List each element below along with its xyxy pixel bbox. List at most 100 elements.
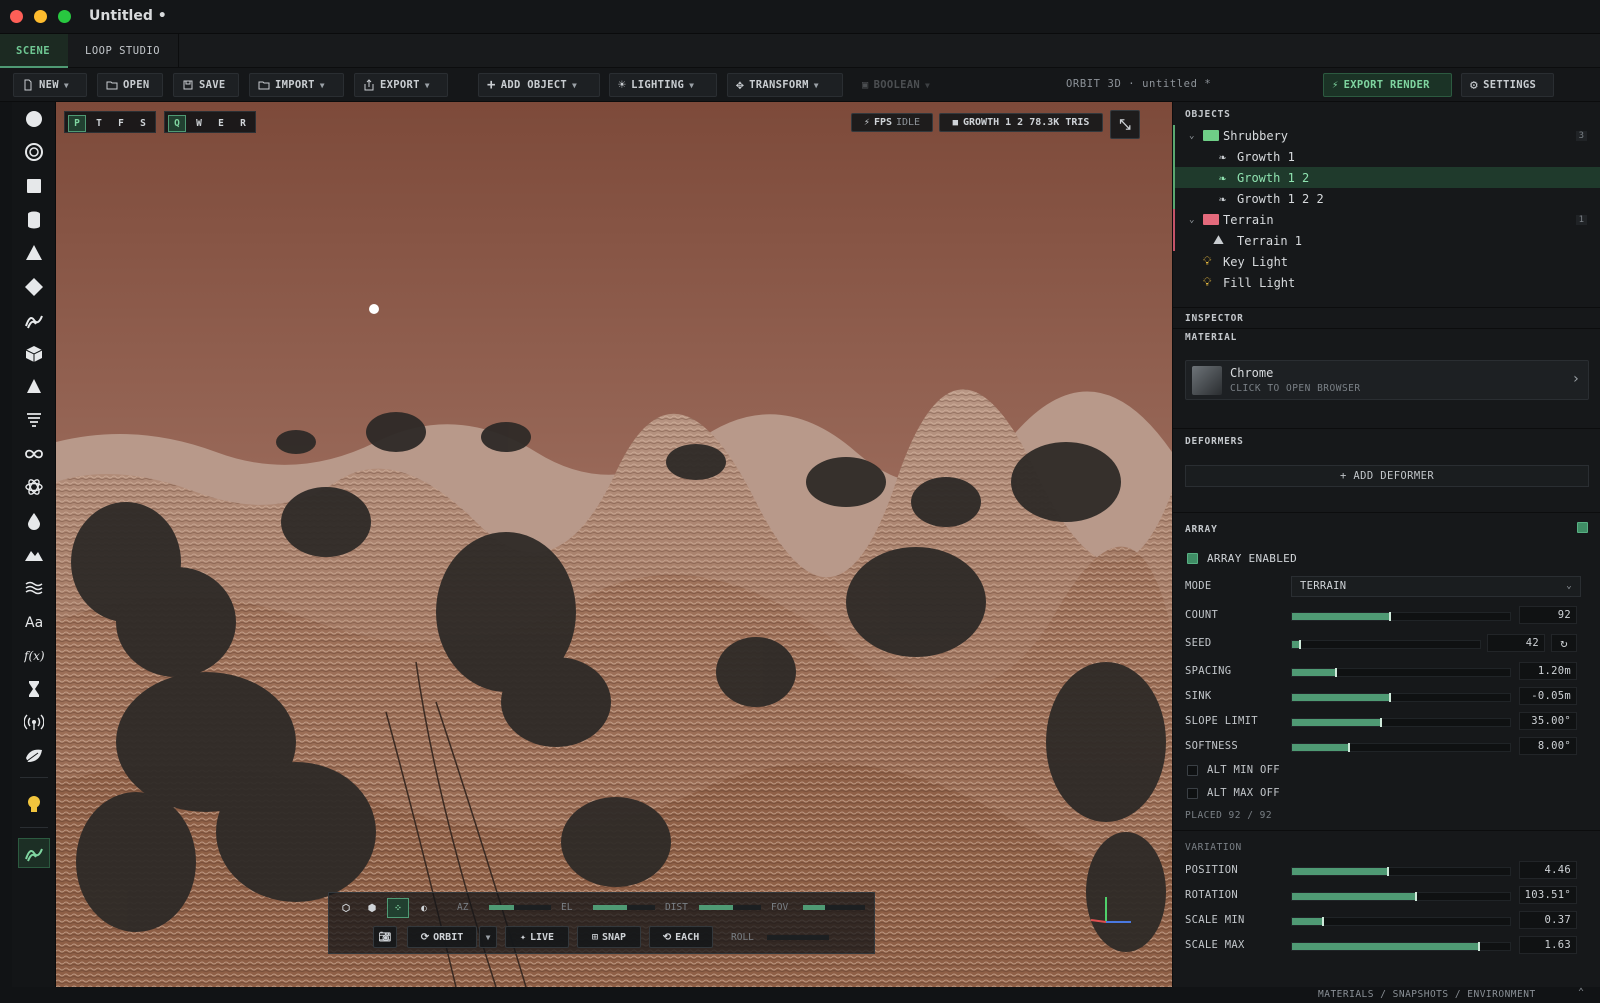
param-slider-handle[interactable]: [1389, 693, 1392, 702]
view-mode-s[interactable]: S: [134, 115, 152, 132]
tool-function[interactable]: f(x): [18, 640, 50, 670]
import-button[interactable]: IMPORT ▼: [249, 73, 344, 97]
fov-slider[interactable]: [803, 905, 865, 910]
tree-item-key-light[interactable]: 💡︎ Key Light: [1173, 251, 1600, 272]
param-slider-handle[interactable]: [1380, 718, 1383, 727]
lighting-button[interactable]: ☀ LIGHTING ▼: [609, 73, 717, 97]
zoom-window-button[interactable]: [58, 10, 71, 23]
alt-min-checkbox[interactable]: [1187, 765, 1198, 776]
tab-loop-studio[interactable]: LOOP STUDIO: [69, 34, 179, 68]
solid-cube-icon[interactable]: ⬢: [361, 898, 383, 918]
view-mode-t[interactable]: T: [90, 115, 108, 132]
material-picker[interactable]: Chrome CLICK TO OPEN BROWSER ›: [1185, 360, 1589, 400]
orbit-dropdown[interactable]: ▼: [479, 926, 497, 948]
particles-icon[interactable]: ⁘: [387, 898, 409, 918]
roll-slider[interactable]: [767, 935, 829, 940]
settings-button[interactable]: ⚙ SETTINGS: [1461, 73, 1554, 97]
tool-hourglass[interactable]: [18, 674, 50, 704]
add-deformer-button[interactable]: + ADD DEFORMER: [1185, 465, 1589, 487]
tool-infinity[interactable]: [18, 439, 50, 469]
tool-cylinder[interactable]: [18, 205, 50, 235]
param-value-field[interactable]: 0.37: [1519, 911, 1577, 929]
dist-slider[interactable]: [699, 905, 761, 910]
wireframe-cube-icon[interactable]: ⬡: [335, 898, 357, 918]
3d-viewport[interactable]: P T F S Q W E R ⚡ FPS IDLE ■ GROWTH 1 2 78.…: [56, 102, 1172, 987]
view-mode-p[interactable]: P: [68, 115, 86, 132]
orbit-button[interactable]: ⟳ ORBIT: [407, 926, 477, 948]
tool-waves[interactable]: [18, 573, 50, 603]
gizmo-mode-e[interactable]: E: [212, 115, 230, 132]
param-slider[interactable]: [1291, 867, 1511, 876]
param-slider[interactable]: [1291, 693, 1511, 702]
new-button[interactable]: NEW ▼: [13, 73, 87, 97]
param-slider[interactable]: [1291, 942, 1511, 951]
param-slider[interactable]: [1291, 743, 1511, 752]
reseed-button[interactable]: ↻: [1551, 634, 1577, 652]
export-render-button[interactable]: ⚡ EXPORT RENDER: [1323, 73, 1452, 97]
gizmo-mode-q[interactable]: Q: [168, 115, 186, 132]
save-button[interactable]: SAVE: [173, 73, 239, 97]
tool-curve-tool[interactable]: [18, 838, 50, 868]
param-slider-handle[interactable]: [1298, 640, 1301, 649]
tree-item-growth-1-2-2[interactable]: ❧ Growth 1 2 2: [1173, 188, 1600, 209]
param-slider-handle[interactable]: [1321, 917, 1324, 926]
tree-item-growth-1-2[interactable]: ❧ Growth 1 2: [1173, 167, 1600, 188]
param-slider-handle[interactable]: [1334, 668, 1337, 677]
param-slider-handle[interactable]: [1347, 743, 1350, 752]
tab-scene[interactable]: SCENE: [0, 34, 68, 68]
param-value-field[interactable]: 1.63: [1519, 936, 1577, 954]
contrast-icon[interactable]: ◐: [413, 898, 435, 918]
param-slider[interactable]: [1291, 612, 1511, 621]
close-window-button[interactable]: [10, 10, 23, 23]
tree-item-terrain-1[interactable]: ⛰ Terrain 1: [1173, 230, 1600, 251]
param-value-field[interactable]: 42: [1487, 634, 1545, 652]
tool-text[interactable]: Aa: [18, 607, 50, 637]
param-value-field[interactable]: 4.46: [1519, 861, 1577, 879]
bottom-links[interactable]: MATERIALS / SNAPSHOTS / ENVIRONMENT: [1318, 989, 1536, 1000]
gizmo-mode-w[interactable]: W: [190, 115, 208, 132]
tool-leaf[interactable]: [18, 741, 50, 771]
tool-torus[interactable]: [18, 137, 50, 167]
param-slider[interactable]: [1291, 668, 1511, 677]
param-slider-handle[interactable]: [1478, 942, 1481, 951]
mode-select[interactable]: TERRAIN ⌄: [1291, 576, 1581, 597]
view-mode-f[interactable]: F: [112, 115, 130, 132]
param-value-field[interactable]: -0.05m: [1519, 687, 1577, 705]
add-object-button[interactable]: + ADD OBJECT ▼: [478, 73, 600, 97]
param-slider-handle[interactable]: [1386, 867, 1389, 876]
each-button[interactable]: ⟲ EACH: [649, 926, 713, 948]
tool-broadcast[interactable]: [18, 707, 50, 737]
param-slider[interactable]: [1291, 640, 1481, 649]
param-slider[interactable]: [1291, 892, 1511, 901]
open-button[interactable]: OPEN: [97, 73, 163, 97]
param-value-field[interactable]: 92: [1519, 606, 1577, 624]
tool-atom[interactable]: [18, 472, 50, 502]
array-section-toggle[interactable]: [1577, 522, 1588, 533]
tree-item-growth-1[interactable]: ❧ Growth 1: [1173, 146, 1600, 167]
param-value-field[interactable]: 8.00°: [1519, 737, 1577, 755]
param-slider-handle[interactable]: [1415, 892, 1418, 901]
array-enabled-checkbox[interactable]: [1187, 553, 1198, 564]
chevron-up-icon[interactable]: ⌃: [1578, 987, 1585, 998]
param-slider-handle[interactable]: [1389, 612, 1392, 621]
param-slider[interactable]: [1291, 917, 1511, 926]
tool-diamond[interactable]: [18, 272, 50, 302]
tool-pyramid[interactable]: [18, 372, 50, 402]
tool-cube[interactable]: [18, 171, 50, 201]
tool-sphere[interactable]: [18, 104, 50, 134]
transform-button[interactable]: ✥ TRANSFORM ▼: [727, 73, 843, 97]
tool-droplet[interactable]: [18, 506, 50, 536]
tree-group-shrubbery[interactable]: ⌄ Shrubbery 3: [1173, 125, 1600, 146]
tool-tornado[interactable]: [18, 405, 50, 435]
snap-button[interactable]: ⊞ SNAP: [577, 926, 641, 948]
fullscreen-button[interactable]: ⤡: [1110, 110, 1140, 139]
el-slider[interactable]: [593, 905, 655, 910]
param-slider[interactable]: [1291, 718, 1511, 727]
param-value-field[interactable]: 35.00°: [1519, 712, 1577, 730]
boolean-button[interactable]: ▣ BOOLEAN ▼: [853, 73, 949, 97]
camera-button[interactable]: 📷︎: [373, 926, 397, 948]
param-value-field[interactable]: 1.20m: [1519, 662, 1577, 680]
alt-max-checkbox[interactable]: [1187, 788, 1198, 799]
param-value-field[interactable]: 103.51°: [1519, 886, 1577, 904]
tree-item-fill-light[interactable]: 💡︎ Fill Light: [1173, 272, 1600, 293]
